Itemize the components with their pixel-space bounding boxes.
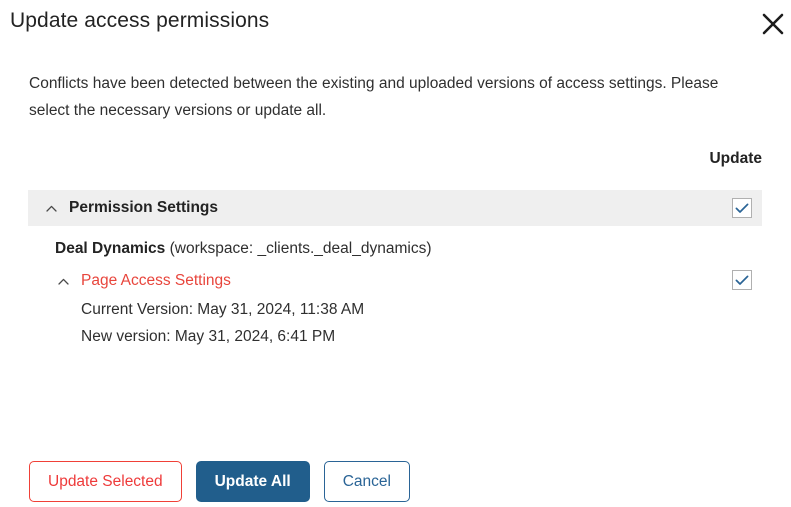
current-version-text: Current Version: May 31, 2024, 11:38 AM [81, 301, 365, 318]
cancel-button[interactable]: Cancel [323, 461, 410, 502]
update-selected-button[interactable]: Update Selected [29, 461, 182, 502]
close-button[interactable] [757, 8, 789, 40]
chevron-up-icon[interactable] [44, 205, 58, 212]
group-checkbox[interactable] [732, 198, 752, 218]
page-title: Update access permissions [10, 9, 270, 32]
dialog-footer: Update Selected Update All Cancel [29, 461, 410, 502]
workspace-line: Deal Dynamics (workspace: _clients._deal… [55, 240, 431, 258]
group-label: Permission Settings [69, 199, 219, 216]
chevron-up-icon[interactable] [56, 278, 70, 285]
dialog-header: Update access permissions [0, 0, 791, 50]
new-version-text: New version: May 31, 2024, 6:41 PM [81, 328, 336, 345]
workspace-name: Deal Dynamics [55, 240, 166, 257]
update-all-button[interactable]: Update All [195, 461, 310, 502]
permission-settings-group-row[interactable]: Permission Settings [28, 190, 762, 226]
workspace-details: (workspace: _clients._deal_dynamics) [165, 240, 432, 257]
dialog-description: Conflicts have been detected between the… [29, 75, 719, 119]
close-icon [762, 13, 784, 35]
item-checkbox[interactable] [732, 270, 752, 290]
page-access-settings-row[interactable]: Page Access Settings [28, 268, 762, 294]
page-access-settings-link[interactable]: Page Access Settings [81, 272, 231, 290]
column-header-update: Update [709, 150, 762, 167]
